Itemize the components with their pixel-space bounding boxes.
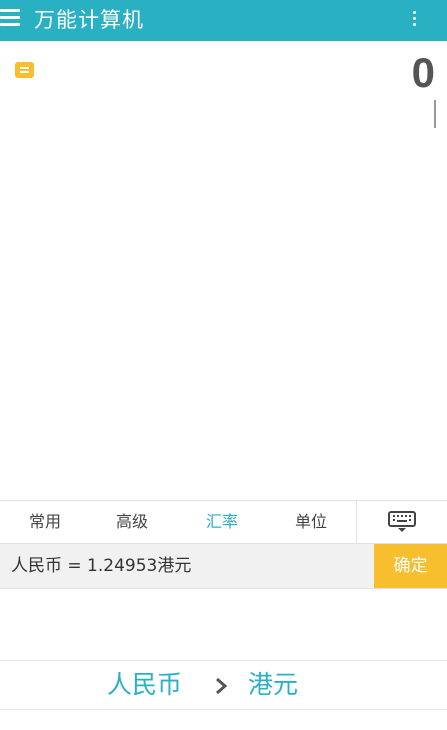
app-title: 万能计算机 (34, 8, 144, 32)
display-value: 0 (411, 49, 435, 96)
notes-icon[interactable] (15, 62, 34, 78)
app-bar: 万能计算机 (0, 0, 447, 41)
from-currency[interactable]: 人民币 (107, 669, 182, 701)
confirm-button[interactable]: 确定 (374, 544, 447, 588)
to-currency[interactable]: 港元 (248, 669, 298, 701)
tab-advanced[interactable]: 高级 (87, 501, 177, 543)
currency-conversion-row: 人民币 港元 (0, 660, 447, 710)
chevron-right-icon (216, 677, 228, 695)
keyboard-icon (388, 511, 416, 532)
more-vertical-icon[interactable] (409, 10, 419, 30)
tab-exchange-rate[interactable]: 汇率 (177, 501, 267, 543)
mode-tab-bar: 常用 高级 汇率 单位 (0, 500, 447, 544)
tab-common[interactable]: 常用 (0, 501, 90, 543)
hamburger-menu-icon[interactable] (0, 9, 20, 27)
text-cursor (434, 100, 436, 128)
keyboard-toggle-button[interactable] (357, 501, 447, 543)
exchange-rate-row: 人民币 = 1.24953港元 确定 (0, 544, 447, 589)
exchange-rate-input[interactable]: 人民币 = 1.24953港元 (0, 544, 374, 588)
tab-unit[interactable]: 单位 (266, 501, 356, 543)
